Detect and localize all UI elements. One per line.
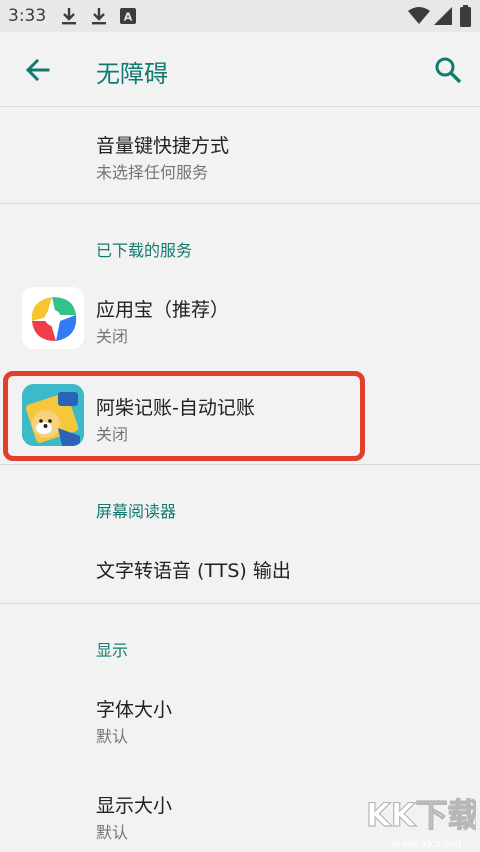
downloaded-services-header: 已下载的服务 [96, 241, 193, 260]
display-size-title: 显示大小 [96, 795, 173, 817]
app-bar: 无障碍 [0, 32, 480, 107]
page-title: 无障碍 [96, 60, 168, 88]
highlight-box [3, 371, 365, 461]
display-size-value: 默认 [96, 823, 129, 842]
watermark-text: KK下载 [366, 796, 476, 834]
status-time: 3:33 [8, 6, 47, 26]
wifi-icon [408, 7, 430, 29]
volume-shortcut-subtitle: 未选择任何服务 [96, 163, 209, 182]
back-arrow-icon[interactable] [24, 56, 52, 88]
divider [0, 203, 480, 204]
screen-reader-header: 屏幕阅读器 [96, 502, 177, 521]
service-status: 关闭 [96, 327, 129, 346]
volume-shortcut-title: 音量键快捷方式 [96, 135, 230, 157]
divider [0, 603, 480, 604]
download-icon [90, 6, 108, 30]
search-icon[interactable] [434, 56, 462, 88]
signal-icon [434, 7, 452, 29]
status-bar: 3:33 A [0, 0, 480, 32]
settings-list: 音量键快捷方式 未选择任何服务 已下载的服务 应用宝（推荐） 关闭 阿柴记账-自… [0, 107, 480, 852]
yingyongbao-app-icon [22, 287, 84, 349]
download-icon [60, 6, 78, 30]
a-notification-icon: A [120, 8, 136, 28]
battery-icon [460, 5, 471, 31]
svg-text:A: A [124, 11, 133, 24]
display-header: 显示 [96, 641, 129, 660]
watermark-url: www.kkx.net [392, 837, 463, 850]
tts-output-title: 文字转语音 (TTS) 输出 [96, 560, 291, 582]
service-title: 应用宝（推荐） [96, 299, 230, 321]
font-size-title: 字体大小 [96, 699, 173, 721]
divider [0, 464, 480, 465]
watermark-logo: KK下载 [364, 792, 480, 836]
font-size-value: 默认 [96, 727, 129, 746]
